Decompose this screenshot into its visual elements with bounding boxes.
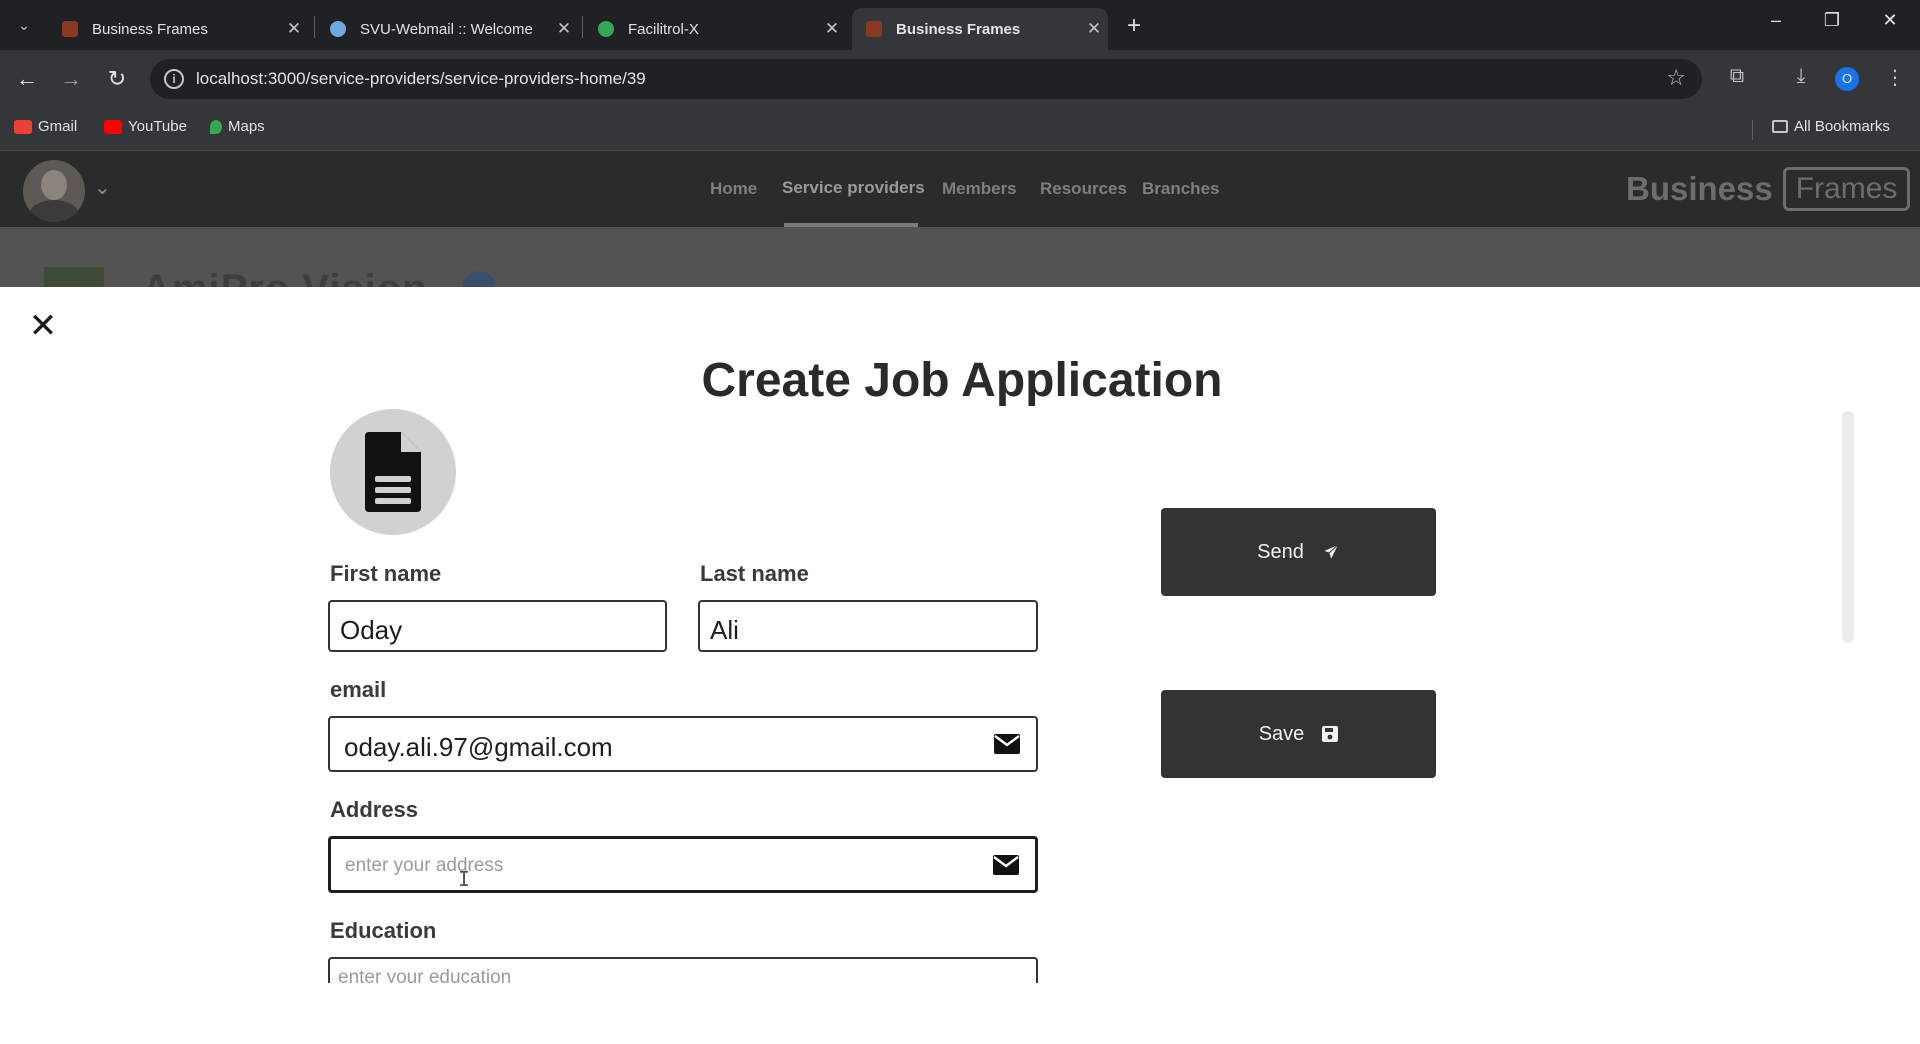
address-placeholder: enter your address bbox=[345, 855, 504, 876]
tab-title: Business Frames bbox=[92, 20, 208, 38]
email-value: oday.ali.97@gmail.com bbox=[344, 732, 613, 762]
tab-title: Facilitrol-X bbox=[628, 20, 699, 38]
brand-logo: Business Frames bbox=[1626, 167, 1911, 211]
minimize-icon[interactable]: – bbox=[1756, 10, 1796, 31]
bookmark-youtube[interactable]: YouTube bbox=[104, 118, 187, 135]
profile-avatar[interactable]: O bbox=[1835, 67, 1859, 91]
bookmarks-separator bbox=[1752, 120, 1753, 140]
bookmark-maps[interactable]: Maps bbox=[210, 118, 265, 135]
chevron-down-icon[interactable]: ⌄ bbox=[94, 175, 111, 200]
envelope-icon bbox=[994, 734, 1020, 754]
address-bar[interactable]: i localhost:3000/service-providers/servi… bbox=[150, 59, 1702, 99]
browser-menu-kebab-icon[interactable]: ⋮ bbox=[1880, 65, 1910, 90]
maps-pin-icon bbox=[210, 119, 222, 134]
downloads-icon[interactable]: ⤓ bbox=[1786, 65, 1816, 88]
tab-separator bbox=[582, 16, 583, 38]
modal-title: Create Job Application bbox=[701, 354, 1223, 407]
back-arrow-icon[interactable]: ← bbox=[12, 64, 42, 94]
brand-word-business: Business bbox=[1626, 170, 1773, 207]
save-label: Save bbox=[1258, 722, 1305, 745]
floppy-disk-icon bbox=[1322, 726, 1339, 742]
address-label: Address bbox=[330, 797, 419, 822]
first-name-field[interactable]: Oday bbox=[328, 600, 667, 652]
tab-search-chevron-icon[interactable]: ⌄ bbox=[8, 11, 40, 39]
all-bookmarks[interactable]: All Bookmarks bbox=[1772, 118, 1890, 135]
last-name-value: Ali bbox=[710, 615, 739, 645]
extensions-puzzle-icon[interactable]: ⧉ bbox=[1722, 65, 1752, 88]
send-button[interactable]: Send bbox=[1161, 508, 1436, 596]
gmail-icon bbox=[14, 119, 32, 134]
first-name-label: First name bbox=[330, 561, 442, 586]
folder-icon bbox=[1772, 120, 1788, 133]
browser-tab-4-active[interactable]: Business Frames ✕ bbox=[852, 8, 1108, 50]
modal-bottom-mask bbox=[0, 983, 1920, 1044]
modal-scrollbar[interactable] bbox=[1842, 411, 1854, 643]
url-text[interactable]: localhost:3000/service-providers/service… bbox=[196, 69, 646, 89]
company-name: AmiPro Vision bbox=[142, 267, 428, 287]
company-logo bbox=[44, 267, 104, 287]
new-tab-plus-icon[interactable]: + bbox=[1120, 12, 1148, 40]
nav-branches[interactable]: Branches bbox=[1142, 179, 1219, 199]
avatar-face bbox=[41, 170, 67, 200]
browser-tab-3[interactable]: Facilitrol-X ✕ bbox=[584, 8, 846, 50]
envelope-icon bbox=[993, 855, 1019, 875]
document-avatar bbox=[330, 409, 456, 535]
business-frames-favicon-icon bbox=[62, 21, 78, 37]
window-close-icon[interactable]: ✕ bbox=[1870, 10, 1910, 31]
forward-arrow-icon[interactable]: → bbox=[56, 64, 86, 94]
bookmarks-bar: Gmail YouTube Maps All Bookmarks bbox=[0, 108, 1920, 151]
email-label: email bbox=[330, 677, 387, 702]
avatar-body bbox=[29, 200, 79, 222]
bookmark-gmail[interactable]: Gmail bbox=[14, 118, 77, 135]
business-frames-favicon-icon bbox=[866, 21, 882, 37]
facilitrol-favicon-icon bbox=[598, 21, 614, 37]
restore-icon[interactable]: ❐ bbox=[1812, 10, 1852, 31]
tab-close-icon[interactable]: ✕ bbox=[1080, 19, 1108, 39]
tab-close-icon[interactable]: ✕ bbox=[280, 19, 308, 39]
tab-close-icon[interactable]: ✕ bbox=[550, 19, 578, 39]
last-name-field[interactable]: Ali bbox=[698, 600, 1038, 652]
last-name-label: Last name bbox=[700, 561, 809, 586]
browser-tab-2[interactable]: SVU-Webmail :: Welcome ✕ bbox=[316, 8, 578, 50]
app-header: ⌄ Home Service providers Members Resourc… bbox=[0, 151, 1920, 227]
tab-title: Business Frames bbox=[896, 20, 1021, 38]
brand-word-frames: Frames bbox=[1782, 167, 1911, 211]
bookmark-label: YouTube bbox=[128, 118, 187, 135]
reload-icon[interactable]: ↻ bbox=[102, 64, 132, 94]
user-avatar[interactable] bbox=[23, 160, 85, 222]
document-icon bbox=[365, 432, 421, 512]
verified-badge-icon bbox=[462, 271, 496, 287]
bookmark-label: Maps bbox=[228, 118, 265, 135]
text-cursor-icon: I bbox=[458, 867, 471, 891]
nav-members[interactable]: Members bbox=[942, 179, 1017, 199]
email-field[interactable]: oday.ali.97@gmail.com bbox=[328, 716, 1038, 772]
webmail-favicon-icon bbox=[330, 21, 346, 37]
first-name-value: Oday bbox=[340, 615, 403, 645]
tab-separator bbox=[314, 16, 315, 38]
browser-toolbar: ← → ↻ i localhost:3000/service-providers… bbox=[0, 50, 1920, 108]
save-button[interactable]: Save bbox=[1161, 690, 1436, 778]
create-job-application-modal: ✕ Create Job Application First name Oday… bbox=[0, 287, 1920, 1044]
tab-close-icon[interactable]: ✕ bbox=[818, 19, 846, 39]
site-info-icon[interactable]: i bbox=[164, 69, 184, 89]
nav-service-providers[interactable]: Service providers bbox=[782, 178, 925, 198]
address-field[interactable]: enter your address bbox=[328, 836, 1038, 893]
modal-title-wrap: Create Job Application bbox=[0, 353, 1920, 408]
browser-tab-bar: ⌄ Business Frames ✕ SVU-Webmail :: Welco… bbox=[0, 0, 1920, 50]
paper-plane-icon bbox=[1321, 543, 1340, 561]
nav-resources[interactable]: Resources bbox=[1040, 179, 1127, 199]
youtube-icon bbox=[104, 119, 122, 134]
education-label: Education bbox=[330, 918, 437, 943]
bookmark-label: Gmail bbox=[38, 118, 78, 135]
all-bookmarks-label: All Bookmarks bbox=[1794, 118, 1890, 135]
tab-title: SVU-Webmail :: Welcome bbox=[360, 20, 533, 38]
close-icon[interactable]: ✕ bbox=[28, 309, 58, 343]
page-heading-strip: AmiPro Vision bbox=[0, 227, 1920, 287]
nav-home[interactable]: Home bbox=[710, 179, 757, 199]
send-label: Send bbox=[1257, 540, 1304, 563]
bookmark-star-icon[interactable]: ☆ bbox=[1666, 65, 1686, 91]
browser-tab-1[interactable]: Business Frames ✕ bbox=[48, 8, 308, 50]
